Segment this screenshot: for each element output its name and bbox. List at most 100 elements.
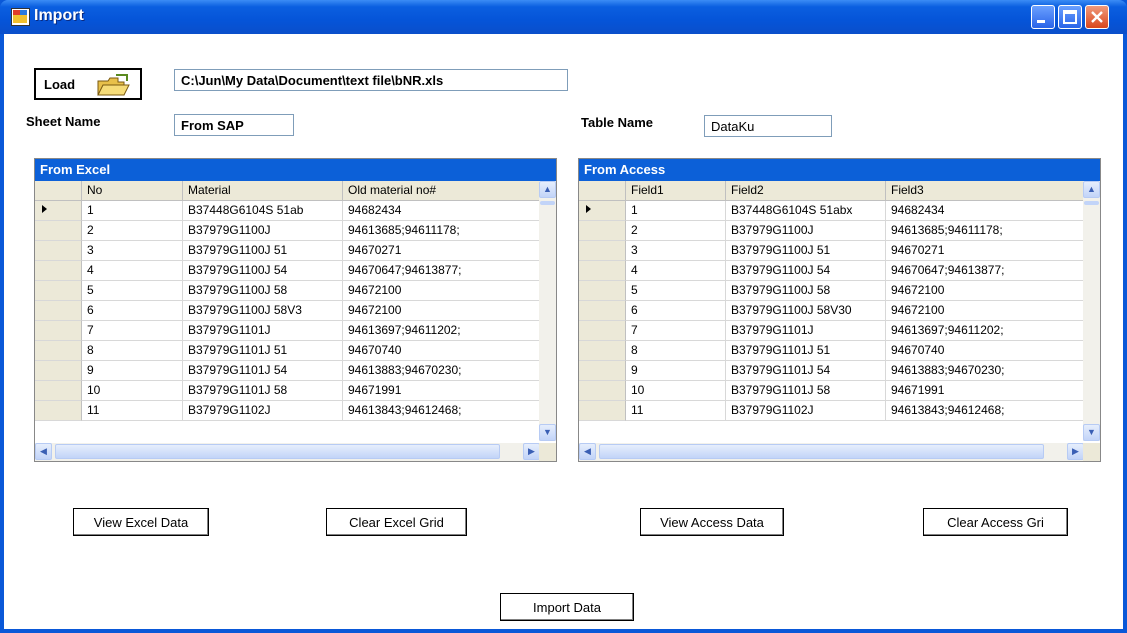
scroll-thumb[interactable]: [55, 444, 500, 459]
table-cell[interactable]: B37979G1100J 51: [726, 241, 886, 261]
table-cell[interactable]: 94613883;94670230;: [886, 361, 1084, 381]
table-cell[interactable]: B37979G1101J: [726, 321, 886, 341]
table-cell[interactable]: 1: [82, 201, 183, 221]
row-selector[interactable]: [579, 241, 626, 261]
table-cell[interactable]: B37979G1100J 58V3: [183, 301, 343, 321]
table-cell[interactable]: 10: [626, 381, 726, 401]
row-selector[interactable]: [35, 281, 82, 301]
file-path-field[interactable]: C:\Jun\My Data\Document\text file\bNR.xl…: [174, 69, 568, 91]
table-cell[interactable]: B37448G6104S 51ab: [183, 201, 343, 221]
row-selector[interactable]: [579, 301, 626, 321]
table-cell[interactable]: 94682434: [886, 201, 1084, 221]
sheet-name-field[interactable]: From SAP: [174, 114, 294, 136]
row-selector[interactable]: [35, 221, 82, 241]
column-header[interactable]: Field1: [626, 181, 726, 201]
row-selector[interactable]: [579, 401, 626, 421]
table-cell[interactable]: 94670647;94613877;: [886, 261, 1084, 281]
table-cell[interactable]: 6: [82, 301, 183, 321]
table-cell[interactable]: B37979G1100J 51: [183, 241, 343, 261]
table-cell[interactable]: 6: [626, 301, 726, 321]
scroll-down-icon[interactable]: ▼: [539, 424, 556, 441]
table-row[interactable]: 7 B37979G1101J 94613697;94611202;: [35, 321, 540, 341]
table-cell[interactable]: 94670647;94613877;: [343, 261, 540, 281]
table-cell[interactable]: 94613697;94611202;: [343, 321, 540, 341]
table-cell[interactable]: B37979G1101J 58: [726, 381, 886, 401]
table-cell[interactable]: 94613685;94611178;: [343, 221, 540, 241]
table-cell[interactable]: 94671991: [886, 381, 1084, 401]
table-row[interactable]: 1 B37448G6104S 51ab 94682434: [35, 201, 540, 221]
view-excel-data-button[interactable]: View Excel Data: [73, 508, 209, 536]
table-row[interactable]: 1 B37448G6104S 51abx 94682434: [579, 201, 1084, 221]
table-cell[interactable]: 94670740: [343, 341, 540, 361]
table-row[interactable]: 6 B37979G1100J 58V3 94672100: [35, 301, 540, 321]
table-cell[interactable]: 9: [626, 361, 726, 381]
table-cell[interactable]: 94672100: [886, 301, 1084, 321]
table-cell[interactable]: 8: [82, 341, 183, 361]
row-selector[interactable]: [35, 261, 82, 281]
table-cell[interactable]: 11: [626, 401, 726, 421]
clear-access-grid-button[interactable]: Clear Access Gri: [923, 508, 1068, 536]
table-cell[interactable]: 8: [626, 341, 726, 361]
table-cell[interactable]: 3: [626, 241, 726, 261]
row-selector[interactable]: [35, 341, 82, 361]
table-row[interactable]: 4 B37979G1100J 54 94670647;94613877;: [579, 261, 1084, 281]
table-cell[interactable]: 94670740: [886, 341, 1084, 361]
row-selector[interactable]: [35, 301, 82, 321]
table-cell[interactable]: 94613883;94670230;: [343, 361, 540, 381]
table-cell[interactable]: B37979G1101J 58: [183, 381, 343, 401]
table-cell[interactable]: 94682434: [343, 201, 540, 221]
table-cell[interactable]: 2: [82, 221, 183, 241]
table-cell[interactable]: B37979G1100J 58V30: [726, 301, 886, 321]
table-cell[interactable]: 2: [626, 221, 726, 241]
row-selector[interactable]: [579, 381, 626, 401]
maximize-button[interactable]: [1058, 5, 1082, 29]
table-row[interactable]: 3 B37979G1100J 51 94670271: [35, 241, 540, 261]
row-selector[interactable]: [35, 201, 82, 221]
column-header[interactable]: Field3: [886, 181, 1084, 201]
row-selector[interactable]: [35, 381, 82, 401]
row-selector[interactable]: [579, 261, 626, 281]
close-button[interactable]: [1085, 5, 1109, 29]
view-access-data-button[interactable]: View Access Data: [640, 508, 784, 536]
scroll-thumb[interactable]: [540, 201, 555, 205]
column-header[interactable]: No: [82, 181, 183, 201]
table-cell[interactable]: 9: [82, 361, 183, 381]
title-bar[interactable]: Import: [0, 0, 1127, 34]
scroll-right-icon[interactable]: ▶: [1067, 443, 1084, 460]
row-selector[interactable]: [35, 321, 82, 341]
scroll-left-icon[interactable]: ◀: [35, 443, 52, 460]
row-selector[interactable]: [35, 361, 82, 381]
scroll-up-icon[interactable]: ▲: [539, 181, 556, 198]
table-cell[interactable]: 94613697;94611202;: [886, 321, 1084, 341]
table-row[interactable]: 4 B37979G1100J 54 94670647;94613877;: [35, 261, 540, 281]
table-cell[interactable]: 94613685;94611178;: [886, 221, 1084, 241]
table-row[interactable]: 9 B37979G1101J 54 94613883;94670230;: [579, 361, 1084, 381]
table-cell[interactable]: 11: [82, 401, 183, 421]
table-cell[interactable]: 4: [82, 261, 183, 281]
scroll-thumb[interactable]: [599, 444, 1044, 459]
table-cell[interactable]: 94672100: [343, 281, 540, 301]
row-selector[interactable]: [579, 201, 626, 221]
table-cell[interactable]: B37979G1100J 54: [726, 261, 886, 281]
table-row[interactable]: 5 B37979G1100J 58 94672100: [35, 281, 540, 301]
table-cell[interactable]: 94670271: [886, 241, 1084, 261]
row-selector[interactable]: [579, 221, 626, 241]
table-row[interactable]: 8 B37979G1101J 51 94670740: [579, 341, 1084, 361]
table-row[interactable]: 2 B37979G1100J 94613685;94611178;: [35, 221, 540, 241]
load-button[interactable]: Load: [34, 68, 142, 100]
table-cell[interactable]: B37979G1100J 54: [183, 261, 343, 281]
table-cell[interactable]: 94670271: [343, 241, 540, 261]
table-cell[interactable]: 94613843;94612468;: [886, 401, 1084, 421]
excel-horizontal-scrollbar[interactable]: ◀ ▶: [35, 443, 540, 461]
table-cell[interactable]: B37979G1101J 51: [726, 341, 886, 361]
table-row[interactable]: 3 B37979G1100J 51 94670271: [579, 241, 1084, 261]
table-cell[interactable]: 94672100: [343, 301, 540, 321]
table-cell[interactable]: B37979G1101J 54: [183, 361, 343, 381]
excel-vertical-scrollbar[interactable]: ▲ ▼: [539, 181, 556, 441]
table-name-field[interactable]: DataKu: [704, 115, 832, 137]
table-row[interactable]: 11 B37979G1102J 94613843;94612468;: [35, 401, 540, 421]
scroll-down-icon[interactable]: ▼: [1083, 424, 1100, 441]
table-cell[interactable]: 94671991: [343, 381, 540, 401]
access-data-grid[interactable]: From Access Field1 Field2 Field3 1 B37448…: [578, 158, 1101, 462]
table-cell[interactable]: B37979G1100J 58: [183, 281, 343, 301]
